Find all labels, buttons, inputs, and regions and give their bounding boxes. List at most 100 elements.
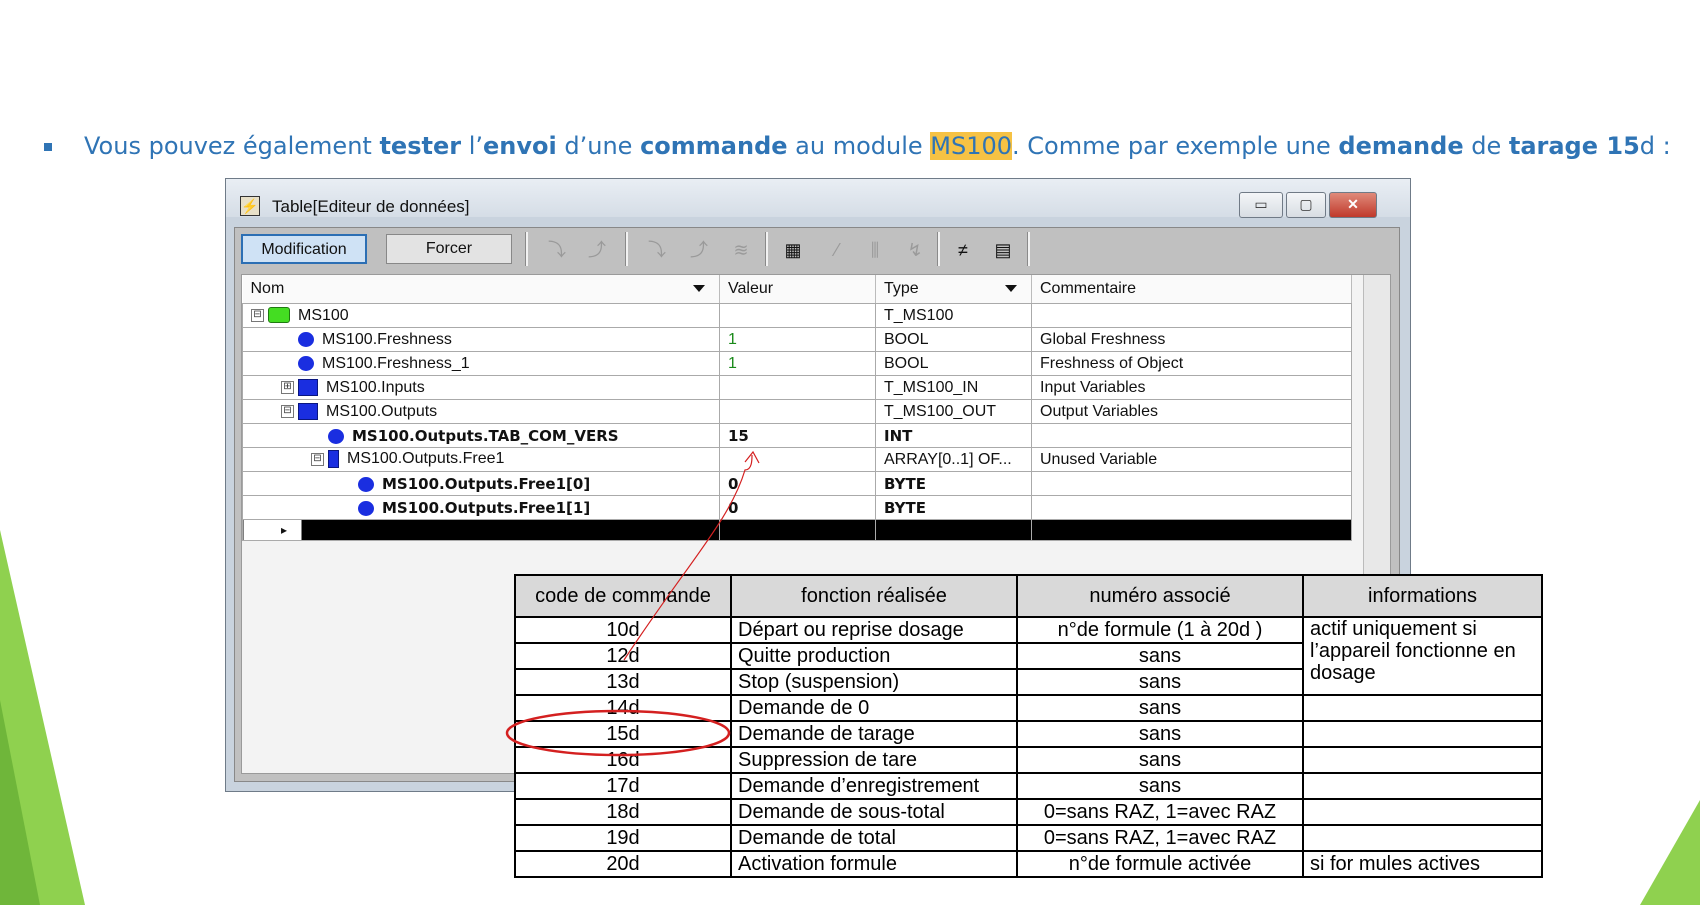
cell-nom[interactable]: MS100.Outputs.Free1[0] — [242, 471, 720, 496]
cmd-numero: sans — [1016, 668, 1304, 696]
cell-valeur[interactable]: 1 — [719, 327, 876, 352]
ascii-icon[interactable]: ▤ — [991, 238, 1015, 262]
new-entry-cell[interactable] — [875, 519, 1032, 541]
modification-button[interactable]: Modification — [241, 234, 367, 264]
cmd-code: 20d — [514, 850, 732, 878]
table-row[interactable]: MS100.Freshness 1 BOOL Global Freshness — [242, 327, 1352, 352]
cmd-header-numero: numéro associé — [1016, 574, 1304, 618]
cmd-fonction: Demande de tarage — [730, 720, 1018, 748]
cell-valeur[interactable]: 0 — [719, 471, 876, 496]
table-row: 10d Départ ou reprise dosage n°de formule … — [514, 616, 1543, 696]
column-header-valeur[interactable]: Valeur — [719, 275, 876, 304]
cmd-fonction: Activation formule — [730, 850, 1018, 878]
minimize-button[interactable]: ▭ — [1239, 192, 1283, 218]
toggle-icon[interactable]: ≋ — [729, 238, 753, 262]
unforce-icon[interactable]: ⤴ — [585, 238, 609, 262]
column-header-commentaire[interactable]: Commentaire — [1031, 275, 1352, 304]
column-header-type[interactable]: Type — [875, 275, 1032, 304]
table-row[interactable]: MS100.Outputs.Free1[0] 0 BYTE — [242, 471, 1352, 496]
display-format-icon[interactable]: ≠ — [951, 238, 975, 262]
cell-valeur[interactable]: 1 — [719, 351, 876, 376]
cmd-informations — [1302, 720, 1543, 748]
set-icon[interactable]: ⤵ — [645, 238, 669, 262]
cmd-numero: 0=sans RAZ, 1=avec RAZ — [1016, 798, 1304, 826]
cmd-numero: n°de formule (1 à 20d ) — [1016, 616, 1304, 644]
bullet-text: Vous pouvez également tester l’envoi d’u… — [84, 132, 1671, 160]
cell-nom[interactable]: MS100.Outputs.Free1[1] — [242, 495, 720, 520]
cell-valeur[interactable] — [719, 375, 876, 400]
bullet-text-part: de — [1463, 132, 1509, 160]
data-grid: Nom Valeur Type Commentaire ⊟ MS100 T_MS10… — [242, 275, 1352, 541]
animate-icon[interactable]: ↯ — [903, 238, 927, 262]
collapse-icon[interactable]: ⊟ — [251, 308, 264, 322]
cmd-fonction: Quitte production — [730, 642, 1018, 670]
toolbar-separator — [625, 232, 628, 266]
module-icon — [268, 307, 290, 324]
cmd-header-fonction: fonction réalisée — [730, 574, 1018, 618]
toolbar-separator — [525, 232, 528, 266]
cell-valeur[interactable]: 15 — [719, 423, 876, 448]
toolbar: Modification Forcer ⤵ ⤴ ⤵ ⤴ ≋ ▦ ⁄ ⫼ ↯ ≠ … — [235, 228, 1399, 268]
new-entry-row[interactable]: ▸ — [242, 519, 1352, 541]
new-entry-cell[interactable] — [1031, 519, 1352, 541]
bullet-square-icon — [44, 143, 52, 151]
table-row: 17d Demande d’enregistrement sans — [514, 772, 1543, 800]
cell-nom[interactable]: MS100.Freshness — [242, 327, 720, 352]
cell-commentaire: Unused Variable — [1031, 447, 1352, 472]
window-title: Table[Editeur de données] — [272, 197, 470, 216]
chevron-down-icon[interactable] — [1005, 285, 1017, 292]
cmd-code: 16d — [514, 746, 732, 774]
close-button[interactable]: ✕ — [1329, 192, 1377, 218]
cell-type: BOOL — [875, 327, 1032, 352]
table-row[interactable]: ⊟ MS100.Outputs.Free1 ARRAY[0..1] OF... Unu… — [242, 447, 1352, 472]
cell-commentaire — [1031, 303, 1352, 328]
new-entry-cell[interactable] — [719, 519, 876, 541]
collapse-icon[interactable]: ⊟ — [281, 404, 294, 418]
cmd-numero: sans — [1016, 720, 1304, 748]
table-row[interactable]: MS100.Outputs.TAB_COM_VERS 15 INT — [242, 423, 1352, 448]
maximize-button[interactable]: ▢ — [1286, 192, 1326, 218]
cmd-code: 10d — [514, 616, 732, 644]
column-header-label: Type — [884, 280, 919, 297]
cmd-numero: sans — [1016, 772, 1304, 800]
table-row[interactable]: MS100.Freshness_1 1 BOOL Freshness of Objec… — [242, 351, 1352, 376]
variable-name: MS100.Outputs.Free1[1] — [382, 498, 591, 517]
expand-icon[interactable]: ⊞ — [281, 380, 294, 394]
chevron-down-icon[interactable] — [693, 285, 705, 292]
cell-nom[interactable]: MS100.Freshness_1 — [242, 351, 720, 376]
bullet-text-part: d : — [1639, 132, 1671, 160]
cmd-code: 18d — [514, 798, 732, 826]
forcer-button[interactable]: Forcer — [386, 234, 512, 264]
cell-type: T_MS100_IN — [875, 375, 1032, 400]
new-entry-name-cell[interactable]: ▸ — [242, 519, 720, 541]
force-icon[interactable]: ⤵ — [545, 238, 569, 262]
cell-valeur[interactable] — [719, 399, 876, 424]
cmd-informations — [1302, 694, 1543, 722]
reset-icon[interactable]: ⤴ — [687, 238, 711, 262]
edit-icon[interactable]: ⁄ — [825, 238, 849, 262]
bullet-text-part: tarage 15 — [1508, 132, 1640, 160]
columns-icon[interactable]: ⫼ — [863, 238, 887, 262]
cmd-code: 12d — [514, 642, 732, 670]
table-row: 19d Demande de total 0=sans RAZ, 1=avec RA… — [514, 824, 1543, 852]
cell-valeur[interactable]: 0 — [719, 495, 876, 520]
cmd-fonction: Demande de total — [730, 824, 1018, 852]
column-header-nom[interactable]: Nom — [242, 275, 720, 304]
cell-commentaire: Global Freshness — [1031, 327, 1352, 352]
cell-nom[interactable]: ⊟ MS100 — [242, 303, 720, 328]
collapse-icon[interactable]: ⊟ — [311, 452, 324, 466]
cell-nom[interactable]: ⊟ MS100.Outputs.Free1 — [242, 447, 720, 472]
grid-icon[interactable]: ▦ — [781, 238, 805, 262]
table-row[interactable]: ⊞ MS100.Inputs T_MS100_IN Input Variables — [242, 375, 1352, 400]
cell-valeur[interactable] — [719, 303, 876, 328]
cmd-code: 14d — [514, 694, 732, 722]
cmd-code: 13d — [514, 668, 732, 696]
table-row[interactable]: MS100.Outputs.Free1[1] 0 BYTE — [242, 495, 1352, 520]
cell-nom[interactable]: ⊟ MS100.Outputs — [242, 399, 720, 424]
cell-commentaire — [1031, 423, 1352, 448]
cell-nom[interactable]: MS100.Outputs.TAB_COM_VERS — [242, 423, 720, 448]
table-row[interactable]: ⊟ MS100 T_MS100 — [242, 303, 1352, 328]
cell-valeur[interactable] — [719, 447, 876, 472]
cell-nom[interactable]: ⊞ MS100.Inputs — [242, 375, 720, 400]
table-row[interactable]: ⊟ MS100.Outputs T_MS100_OUT Output Variable… — [242, 399, 1352, 424]
